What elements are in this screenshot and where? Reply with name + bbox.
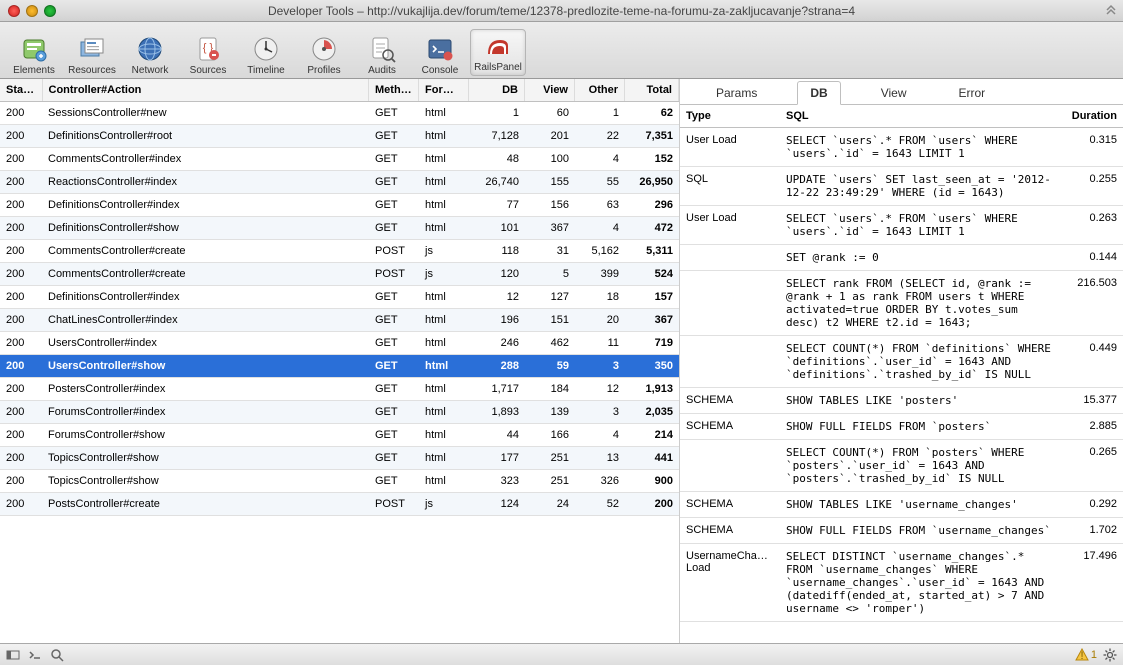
db-row[interactable]: UsernameChange LoadSELECT DISTINCT `user… xyxy=(680,544,1123,622)
db-row[interactable]: SELECT COUNT(*) FROM `definitions` WHERE… xyxy=(680,336,1123,388)
sources-icon: { } xyxy=(194,35,222,63)
devtools-toolbar: Elements Resources Network { } Sources Timeli… xyxy=(0,22,1123,79)
db-row[interactable]: SQLUPDATE `users` SET last_seen_at = '20… xyxy=(680,167,1123,206)
window-title: Developer Tools – http://vukajlija.dev/f… xyxy=(0,4,1123,18)
db-row[interactable]: SELECT COUNT(*) FROM `posters` WHERE `po… xyxy=(680,440,1123,492)
requests-col-method[interactable]: Method xyxy=(369,79,419,102)
requests-col-view[interactable]: View xyxy=(525,79,575,102)
timeline-icon xyxy=(252,35,280,63)
toolbar-label: Resources xyxy=(68,65,116,76)
db-header-row: TypeSQLDuration xyxy=(680,105,1123,128)
request-row[interactable]: 200UsersController#indexGEThtml246462117… xyxy=(0,332,679,355)
statusbar: ! 1 xyxy=(0,643,1123,665)
requests-col-status[interactable]: Status xyxy=(0,79,42,102)
db-row[interactable]: SCHEMASHOW TABLES LIKE 'username_changes… xyxy=(680,492,1123,518)
detail-tab-view[interactable]: View xyxy=(869,82,919,104)
request-row[interactable]: 200PostsController#createPOSTjs124245220… xyxy=(0,493,679,516)
db-row[interactable]: User LoadSELECT `users`.* FROM `users` W… xyxy=(680,206,1123,245)
db-row[interactable]: SCHEMASHOW TABLES LIKE 'posters'15.377 xyxy=(680,388,1123,414)
toolbar-label: Console xyxy=(422,65,459,76)
warning-badge[interactable]: ! 1 xyxy=(1075,648,1097,662)
toolbar-label: Audits xyxy=(368,65,396,76)
request-row[interactable]: 200DefinitionsController#indexGEThtml771… xyxy=(0,194,679,217)
request-row[interactable]: 200ChatLinesController#indexGEThtml19615… xyxy=(0,309,679,332)
db-row[interactable]: SCHEMASHOW FULL FIELDS FROM `username_ch… xyxy=(680,518,1123,544)
request-row[interactable]: 200CommentsController#createPOSTjs120539… xyxy=(0,263,679,286)
console-icon xyxy=(426,35,454,63)
search-icon[interactable] xyxy=(50,648,64,662)
request-row[interactable]: 200DefinitionsController#rootGEThtml7,12… xyxy=(0,125,679,148)
db-col-sql[interactable]: SQL xyxy=(780,105,1059,128)
requests-pane: StatusController#ActionMethodFormatDBVie… xyxy=(0,79,680,643)
window-titlebar: Developer Tools – http://vukajlija.dev/f… xyxy=(0,0,1123,22)
toolbar-sources[interactable]: { } Sources xyxy=(180,35,236,76)
requests-col-total[interactable]: Total xyxy=(625,79,679,102)
dock-toggle-icon[interactable] xyxy=(1105,4,1117,16)
request-row[interactable]: 200CommentsController#indexGEThtml481004… xyxy=(0,148,679,171)
db-table-scroll[interactable]: TypeSQLDuration User LoadSELECT `users`.… xyxy=(680,105,1123,643)
dock-side-icon[interactable] xyxy=(6,648,20,662)
audits-icon xyxy=(368,35,396,63)
resources-icon xyxy=(78,35,106,63)
db-row[interactable]: SET @rank := 00.144 xyxy=(680,245,1123,271)
detail-tabs: Params DB View Error xyxy=(680,79,1123,105)
request-row[interactable]: 200DefinitionsController#indexGEThtml121… xyxy=(0,286,679,309)
warning-count: 1 xyxy=(1091,649,1097,661)
request-row[interactable]: 200ForumsController#indexGEThtml1,893139… xyxy=(0,401,679,424)
toolbar-resources[interactable]: Resources xyxy=(64,35,120,76)
db-col-type[interactable]: Type xyxy=(680,105,780,128)
toolbar-label: Network xyxy=(132,65,169,76)
request-row[interactable]: 200DefinitionsController#showGEThtml1013… xyxy=(0,217,679,240)
toolbar-profiles[interactable]: Profiles xyxy=(296,35,352,76)
requests-header-row: StatusController#ActionMethodFormatDBVie… xyxy=(0,79,679,102)
requests-col-db[interactable]: DB xyxy=(469,79,525,102)
request-row[interactable]: 200PostersController#indexGEThtml1,71718… xyxy=(0,378,679,401)
db-col-duration[interactable]: Duration xyxy=(1059,105,1123,128)
toolbar-elements[interactable]: Elements xyxy=(6,35,62,76)
request-row[interactable]: 200TopicsController#showGEThtml323251326… xyxy=(0,470,679,493)
elements-icon xyxy=(20,35,48,63)
svg-text:!: ! xyxy=(1080,650,1083,662)
detail-tab-params[interactable]: Params xyxy=(704,82,769,104)
settings-gear-icon[interactable] xyxy=(1103,648,1117,662)
detail-pane: Params DB View Error TypeSQLDuration User L… xyxy=(680,79,1123,643)
toolbar-network[interactable]: Network xyxy=(122,35,178,76)
profiles-icon xyxy=(310,35,338,63)
console-drawer-icon[interactable] xyxy=(28,648,42,662)
network-icon xyxy=(136,35,164,63)
request-row[interactable]: 200SessionsController#newGEThtml160162 xyxy=(0,102,679,125)
requests-body[interactable]: 200SessionsController#newGEThtml16016220… xyxy=(0,102,679,643)
toolbar-timeline[interactable]: Timeline xyxy=(238,35,294,76)
toolbar-audits[interactable]: Audits xyxy=(354,35,410,76)
toolbar-railspanel[interactable]: RailsPanel xyxy=(470,29,526,76)
request-row[interactable]: 200TopicsController#showGEThtml177251134… xyxy=(0,447,679,470)
toolbar-label: Elements xyxy=(13,65,55,76)
detail-tab-error[interactable]: Error xyxy=(946,82,997,104)
request-row[interactable]: 200ForumsController#showGEThtml441664214 xyxy=(0,424,679,447)
request-row[interactable]: 200ReactionsController#indexGEThtml26,74… xyxy=(0,171,679,194)
toolbar-label: Profiles xyxy=(307,65,340,76)
toolbar-label: Sources xyxy=(190,65,227,76)
toolbar-console[interactable]: Console xyxy=(412,35,468,76)
db-row[interactable]: User LoadSELECT `users`.* FROM `users` W… xyxy=(680,128,1123,167)
db-row[interactable]: SELECT rank FROM (SELECT id, @rank := @r… xyxy=(680,271,1123,336)
db-row[interactable]: SCHEMASHOW FULL FIELDS FROM `posters`2.8… xyxy=(680,414,1123,440)
requests-col-other[interactable]: Other xyxy=(575,79,625,102)
toolbar-label: Timeline xyxy=(247,65,284,76)
requests-col-controlleraction[interactable]: Controller#Action xyxy=(42,79,369,102)
request-row[interactable]: 200CommentsController#createPOSTjs118315… xyxy=(0,240,679,263)
detail-tab-db[interactable]: DB xyxy=(797,81,840,105)
request-row[interactable]: 200UsersController#showGEThtml288593350 xyxy=(0,355,679,378)
railspanel-icon xyxy=(484,32,512,60)
toolbar-label: RailsPanel xyxy=(474,62,522,73)
requests-col-format[interactable]: Format xyxy=(419,79,469,102)
